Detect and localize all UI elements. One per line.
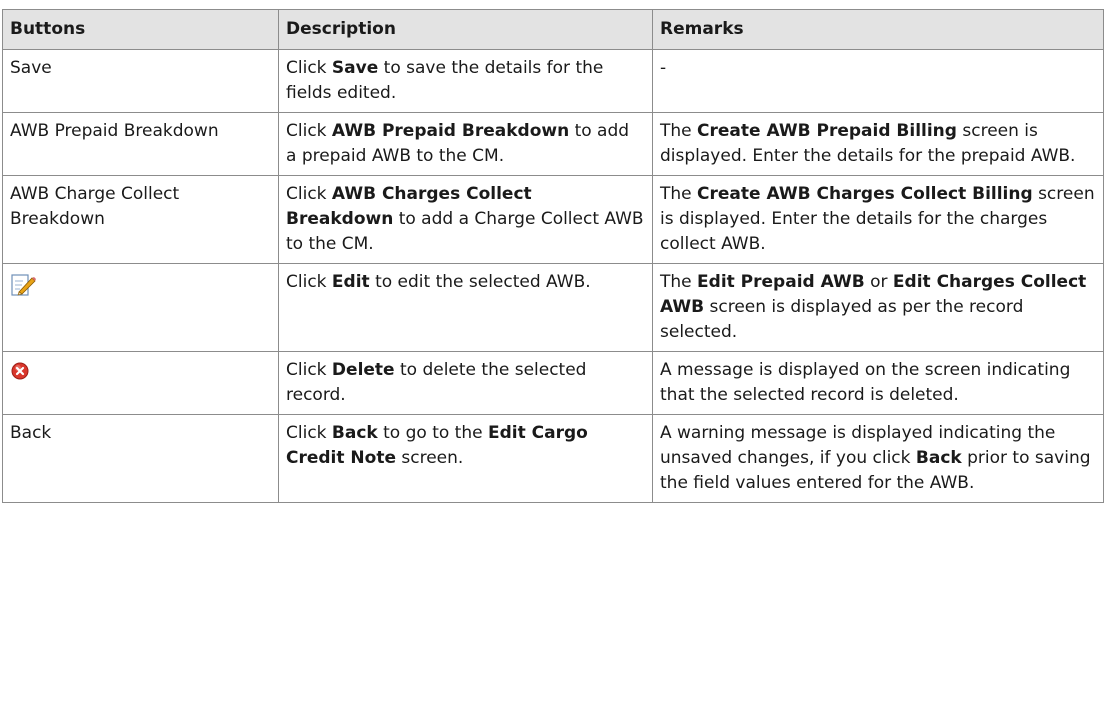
header-remarks: Remarks bbox=[652, 9, 1104, 50]
button-name-save: Save bbox=[2, 49, 279, 113]
button-name-awb-prepaid-breakdown: AWB Prepaid Breakdown bbox=[2, 112, 279, 176]
edit-pencil-icon bbox=[10, 272, 270, 298]
description-cell: Click Back to go to the Edit Cargo Credi… bbox=[278, 414, 653, 503]
table-row: Click Delete to delete the selected reco… bbox=[2, 351, 1104, 415]
delete-x-icon bbox=[10, 360, 270, 382]
remarks-cell: The Edit Prepaid AWB or Edit Charges Col… bbox=[652, 263, 1104, 352]
button-name-awb-charge-collect-breakdown: AWB Charge Collect Breakdown bbox=[2, 175, 279, 264]
remarks-cell: A message is displayed on the screen ind… bbox=[652, 351, 1104, 415]
description-cell: Click Delete to delete the selected reco… bbox=[278, 351, 653, 415]
button-name-back: Back bbox=[2, 414, 279, 503]
buttons-table: Buttons Description Remarks Save Click S… bbox=[2, 9, 1104, 503]
table-row: Click Edit to edit the selected AWB. The… bbox=[2, 263, 1104, 352]
description-cell: Click Edit to edit the selected AWB. bbox=[278, 263, 653, 352]
table-header-row: Buttons Description Remarks bbox=[2, 9, 1104, 50]
button-icon-cell bbox=[2, 351, 279, 415]
description-cell: Click AWB Charges Collect Breakdown to a… bbox=[278, 175, 653, 264]
table-row: Back Click Back to go to the Edit Cargo … bbox=[2, 414, 1104, 503]
table-row: Save Click Save to save the details for … bbox=[2, 49, 1104, 113]
remarks-cell: - bbox=[652, 49, 1104, 113]
header-buttons: Buttons bbox=[2, 9, 279, 50]
table-row: AWB Prepaid Breakdown Click AWB Prepaid … bbox=[2, 112, 1104, 176]
description-cell: Click AWB Prepaid Breakdown to add a pre… bbox=[278, 112, 653, 176]
remarks-cell: A warning message is displayed indicatin… bbox=[652, 414, 1104, 503]
header-description: Description bbox=[278, 9, 653, 50]
button-icon-cell bbox=[2, 263, 279, 352]
table-row: AWB Charge Collect Breakdown Click AWB C… bbox=[2, 175, 1104, 264]
remarks-cell: The Create AWB Charges Collect Billing s… bbox=[652, 175, 1104, 264]
description-cell: Click Save to save the details for the f… bbox=[278, 49, 653, 113]
remarks-cell: The Create AWB Prepaid Billing screen is… bbox=[652, 112, 1104, 176]
